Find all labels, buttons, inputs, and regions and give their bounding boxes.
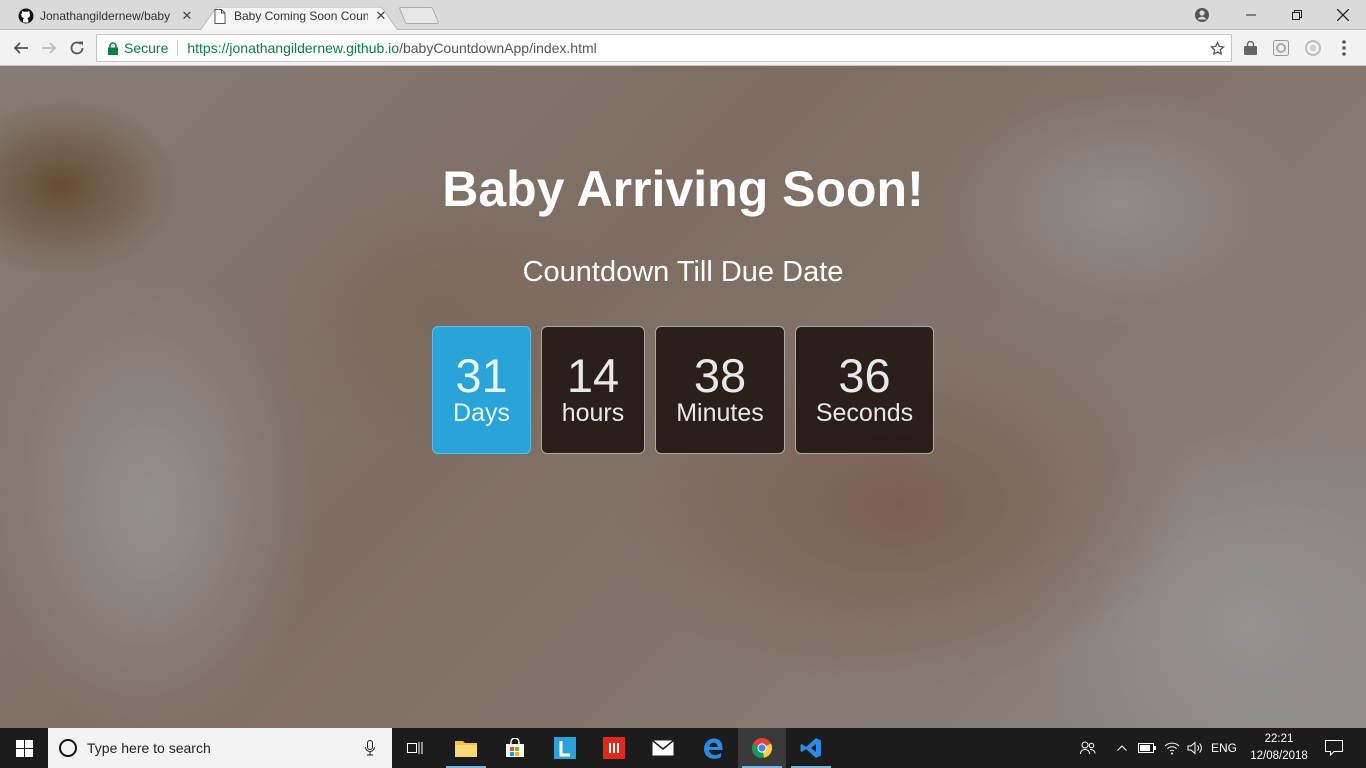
cortana-icon <box>59 739 77 757</box>
window-controls <box>1182 0 1366 30</box>
browser-toolbar: Secure https://jonathangildernew.github.… <box>0 30 1366 66</box>
task-view-icon[interactable] <box>392 728 440 768</box>
close-window-icon[interactable] <box>1320 0 1366 30</box>
address-bar[interactable]: Secure https://jonathangildernew.github.… <box>96 34 1232 62</box>
github-icon <box>18 8 34 24</box>
tab-close-icon[interactable]: ✕ <box>374 9 388 23</box>
l-app-icon[interactable] <box>541 728 589 768</box>
tab-countdown[interactable]: Baby Coming Soon Coun ✕ <box>200 2 398 30</box>
page-subheading: Countdown Till Due Date <box>522 256 844 288</box>
reload-icon[interactable] <box>64 35 90 61</box>
battery-icon[interactable] <box>1136 728 1158 768</box>
countdown-seconds-value: 36 <box>838 349 891 402</box>
new-tab-button[interactable] <box>398 7 440 24</box>
notification-icon[interactable] <box>1316 728 1352 768</box>
circle-extension-icon[interactable] <box>1304 39 1322 57</box>
chevron-up-icon[interactable] <box>1112 728 1132 768</box>
taskbar-search[interactable]: Type here to search <box>48 728 392 768</box>
avg-extension-icon[interactable] <box>1272 39 1290 57</box>
search-placeholder: Type here to search <box>87 740 211 756</box>
forward-icon[interactable] <box>36 35 62 61</box>
url-path: /babyCountdownApp/index.html <box>399 40 597 56</box>
microphone-icon[interactable] <box>360 738 380 758</box>
red-app-icon[interactable] <box>590 728 638 768</box>
mail-icon[interactable] <box>639 728 687 768</box>
clock[interactable]: 22:21 12/08/2018 <box>1248 731 1310 765</box>
profile-icon[interactable] <box>1182 0 1222 30</box>
bookmark-star-icon[interactable] <box>1209 40 1225 56</box>
page-heading: Baby Arriving Soon! <box>442 161 924 217</box>
tab-strip: Jonathangildernew/baby ✕ Baby Coming Soo… <box>0 0 1366 30</box>
countdown-hours-value: 14 <box>566 349 620 402</box>
tab-title: Baby Coming Soon Coun <box>234 9 368 23</box>
file-explorer-icon[interactable] <box>442 728 490 768</box>
countdown-minutes: 38 Minutes <box>655 326 785 454</box>
volume-icon[interactable] <box>1184 728 1206 768</box>
countdown-days: 31 Days <box>432 326 531 454</box>
vscode-icon[interactable] <box>787 728 835 768</box>
clock-date: 12/08/2018 <box>1250 750 1308 762</box>
clock-time: 22:21 <box>1264 733 1294 745</box>
back-icon[interactable] <box>8 35 34 61</box>
chrome-icon[interactable] <box>738 728 786 768</box>
taskbar: Type here to search ENG 22:21 12/08/2018 <box>0 728 1366 768</box>
divider <box>177 40 179 56</box>
lock-icon <box>105 40 121 56</box>
countdown-minutes-label: Minutes <box>676 399 764 427</box>
restore-icon[interactable] <box>1274 0 1320 30</box>
shopping-bag-extension-icon[interactable] <box>1241 39 1259 57</box>
countdown-seconds-label: Seconds <box>815 399 914 427</box>
countdown-hours: 14 hours <box>541 326 645 454</box>
store-icon[interactable] <box>491 728 539 768</box>
wifi-icon[interactable] <box>1160 728 1184 768</box>
page-icon <box>212 8 228 24</box>
people-icon[interactable] <box>1076 728 1100 768</box>
tab-close-icon[interactable]: ✕ <box>180 9 194 23</box>
language-indicator[interactable]: ENG <box>1208 728 1240 768</box>
countdown-minutes-value: 38 <box>693 349 747 402</box>
windows-start-icon[interactable] <box>0 728 48 768</box>
countdown-days-label: Days <box>453 399 510 427</box>
edge-icon[interactable] <box>689 728 737 768</box>
countdown-hours-label: hours <box>561 399 625 427</box>
tab-github[interactable]: Jonathangildernew/baby ✕ <box>6 2 204 30</box>
security-label: Secure <box>124 40 169 56</box>
menu-icon[interactable] <box>1335 39 1353 57</box>
countdown-seconds: 36 Seconds <box>795 326 934 454</box>
page-viewport: Baby Arriving Soon! Countdown Till Due D… <box>0 66 1366 728</box>
countdown-days-value: 31 <box>455 349 508 402</box>
tab-title: Jonathangildernew/baby <box>40 9 171 23</box>
url-host: https://jonathangildernew.github.io <box>187 40 400 56</box>
minimize-icon[interactable] <box>1228 0 1274 30</box>
